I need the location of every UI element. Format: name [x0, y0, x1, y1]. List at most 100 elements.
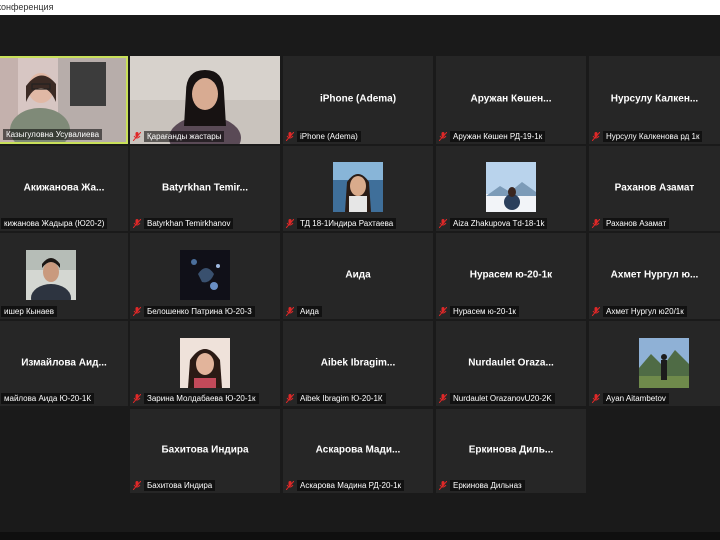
- participant-tile[interactable]: Казыгуловна Усувалиева: [0, 56, 128, 144]
- participant-label: Казыгуловна Усувалиева: [3, 129, 103, 140]
- tile-footer: Белошенко Патрина Ю-20-3: [130, 304, 280, 319]
- tile-footer: Нурасем ю-20-1к: [436, 304, 586, 319]
- participant-tile[interactable]: ТД 18-1Индира Рахтаева: [283, 146, 433, 231]
- participant-tile[interactable]: Aiza Zhakupova Td-18-1k: [436, 146, 586, 231]
- tile-footer: Еркинова Дильназ: [436, 478, 586, 493]
- participant-tile[interactable]: Зарина Молдабаева Ю-20-1к: [130, 321, 280, 406]
- participant-label: Aiza Zhakupova Td-18-1k: [450, 218, 548, 229]
- participant-tile[interactable]: Аружан Көшен... Аружан Көшен РД-19-1к: [436, 56, 586, 144]
- participant-tile[interactable]: Нурасем ю-20-1к Нурасем ю-20-1к: [436, 233, 586, 319]
- participant-label: Аида: [297, 306, 322, 317]
- participant-name: Раханов Азамат: [614, 181, 695, 193]
- participant-label: Nurdaulet OrazanovU20-2K: [450, 393, 555, 404]
- muted-mic-icon: [439, 481, 447, 490]
- tile-footer: Нурсулу Калкенова рд 1к: [589, 129, 720, 144]
- tile-footer: Қарағанды жастары: [130, 129, 280, 144]
- participant-label: Аружан Көшен РД-19-1к: [450, 131, 546, 142]
- participant-tile[interactable]: Белошенко Патрина Ю-20-3: [130, 233, 280, 319]
- profile-photo: [333, 162, 383, 212]
- participant-label: Ayan Aitambetov: [603, 393, 669, 404]
- tile-footer: ТД 18-1Индира Рахтаева: [283, 216, 433, 231]
- participant-label: Қарағанды жастары: [144, 131, 225, 142]
- participant-label: Еркинова Дильназ: [450, 480, 525, 491]
- bottom-edge: [0, 532, 720, 540]
- participant-name: Aibek Ibragim...: [320, 356, 396, 368]
- participant-tile[interactable]: Аида Аида: [283, 233, 433, 319]
- muted-mic-icon: [439, 307, 447, 316]
- muted-mic-icon: [592, 132, 600, 141]
- muted-mic-icon: [592, 307, 600, 316]
- muted-mic-icon: [439, 219, 447, 228]
- participant-tile[interactable]: Раханов Азамат Раханов Азамат: [589, 146, 720, 231]
- tile-footer: Аружан Көшен РД-19-1к: [436, 129, 586, 144]
- tile-footer: Nurdaulet OrazanovU20-2K: [436, 391, 586, 406]
- tile-footer: Ayan Aitambetov: [589, 391, 720, 406]
- participant-tile[interactable]: Nurdaulet Oraza... Nurdaulet OrazanovU20…: [436, 321, 586, 406]
- muted-mic-icon: [133, 307, 141, 316]
- tile-footer: Раханов Азамат: [589, 216, 720, 231]
- participant-name: iPhone (Adema): [319, 93, 397, 105]
- participant-name: Аида: [345, 269, 371, 281]
- participant-tile[interactable]: Aibek Ibragim... Aibek Ibragim Ю-20-1К: [283, 321, 433, 406]
- muted-mic-icon: [286, 132, 294, 141]
- tile-footer: Казыгуловна Усувалиева: [0, 127, 126, 142]
- participant-tile[interactable]: Измайлова Аид... майлова Аида Ю-20-1К: [0, 321, 128, 406]
- tile-footer: Аида: [283, 304, 433, 319]
- participant-name: Ахмет Нургул ю...: [610, 269, 699, 281]
- muted-mic-icon: [133, 132, 141, 141]
- muted-mic-icon: [439, 394, 447, 403]
- tile-footer: Зарина Молдабаева Ю-20-1к: [130, 391, 280, 406]
- participant-tile[interactable]: Қарағанды жастары: [130, 56, 280, 144]
- participant-tile[interactable]: Batyrkhan Temir... Batyrkhan Temirkhanov: [130, 146, 280, 231]
- gallery-grid: Казыгуловна Усувалиева Қарағанды жастары…: [0, 0, 720, 540]
- tile-footer: Aiza Zhakupova Td-18-1k: [436, 216, 586, 231]
- muted-mic-icon: [286, 219, 294, 228]
- tile-footer: Бахитова Индира: [130, 478, 280, 493]
- participant-tile[interactable]: iPhone (Adema) iPhone (Adema): [283, 56, 433, 144]
- muted-mic-icon: [133, 219, 141, 228]
- tile-footer: Aibek Ibragim Ю-20-1К: [283, 391, 433, 406]
- participant-label: Бахитова Индира: [144, 480, 216, 491]
- tile-footer: Batyrkhan Temirkhanov: [130, 216, 280, 231]
- participant-label: кижанова Жадыра (Ю20-2): [1, 218, 108, 229]
- participant-name: Бахитова Индира: [161, 444, 249, 456]
- participant-tile[interactable]: Акижанова Жа... кижанова Жадыра (Ю20-2): [0, 146, 128, 231]
- participant-tile[interactable]: Ахмет Нургул ю... Ахмет Нургул ю20/1к: [589, 233, 720, 319]
- muted-mic-icon: [133, 481, 141, 490]
- participant-name: Nurdaulet Oraza...: [468, 356, 554, 368]
- muted-mic-icon: [286, 394, 294, 403]
- participant-tile[interactable]: ишер Кынаев: [0, 233, 128, 319]
- tile-footer: ишер Кынаев: [0, 304, 128, 319]
- participant-name: Еркинова Диль...: [468, 444, 554, 456]
- muted-mic-icon: [592, 394, 600, 403]
- profile-photo: [180, 338, 230, 388]
- participant-label: Batyrkhan Temirkhanov: [144, 218, 234, 229]
- tile-footer: Аскарова Мадина РД-20-1к: [283, 478, 433, 493]
- tile-footer: кижанова Жадыра (Ю20-2): [0, 216, 128, 231]
- participant-label: iPhone (Adema): [297, 131, 361, 142]
- tile-footer: майлова Аида Ю-20-1К: [0, 391, 128, 406]
- participant-name: Нурсулу Калкен...: [610, 93, 699, 105]
- participant-name: Аскарова Мади...: [315, 444, 401, 456]
- participant-label: Нурасем ю-20-1к: [450, 306, 519, 317]
- muted-mic-icon: [592, 219, 600, 228]
- participant-tile[interactable]: Бахитова Индира Бахитова Индира: [130, 409, 280, 493]
- profile-photo: [26, 250, 76, 300]
- participant-tile[interactable]: Ayan Aitambetov: [589, 321, 720, 406]
- tile-footer: Ахмет Нургул ю20/1к: [589, 304, 720, 319]
- participant-label: Зарина Молдабаева Ю-20-1к: [144, 393, 259, 404]
- muted-mic-icon: [133, 394, 141, 403]
- participant-label: Aibek Ibragim Ю-20-1К: [297, 393, 386, 404]
- participant-name: Измайлова Аид...: [21, 356, 107, 368]
- profile-photo: [486, 162, 536, 212]
- participant-name: Нурасем ю-20-1к: [469, 269, 553, 281]
- participant-name: Batyrkhan Temir...: [162, 181, 248, 193]
- participant-label: Белошенко Патрина Ю-20-3: [144, 306, 255, 317]
- tile-footer: iPhone (Adema): [283, 129, 433, 144]
- participant-tile[interactable]: Нурсулу Калкен... Нурсулу Калкенова рд 1…: [589, 56, 720, 144]
- participant-name: Акижанова Жа...: [23, 181, 105, 193]
- participant-tile[interactable]: Аскарова Мади... Аскарова Мадина РД-20-1…: [283, 409, 433, 493]
- participant-label: Аскарова Мадина РД-20-1к: [297, 480, 405, 491]
- participant-tile[interactable]: Еркинова Диль... Еркинова Дильназ: [436, 409, 586, 493]
- participant-label: ТД 18-1Индира Рахтаева: [297, 218, 397, 229]
